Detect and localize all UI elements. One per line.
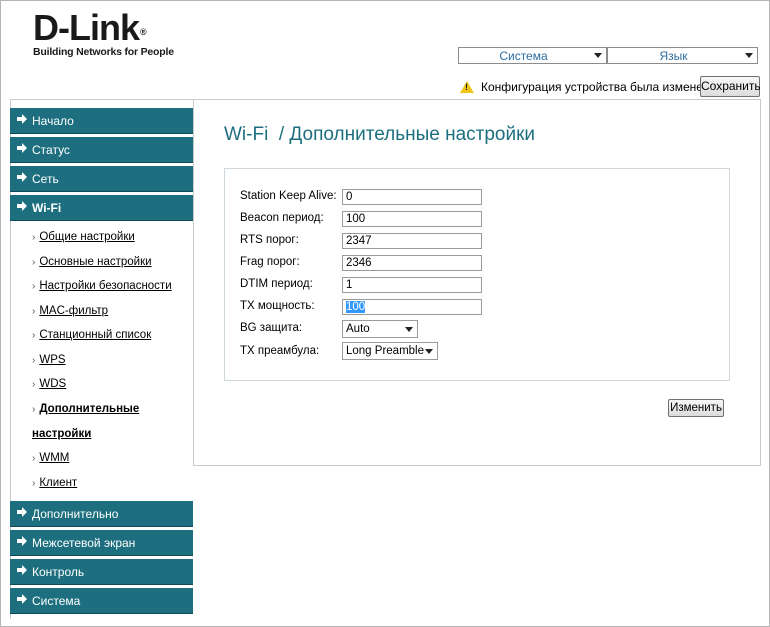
tx-power-label: TX мощность: [240,300,315,312]
dtim-period-label: DTIM период: [240,278,313,290]
submenu-item-wds[interactable]: › WDS [32,378,66,390]
tx-power-input[interactable]: 100 [342,299,482,315]
config-changed-notice: Конфигурация устройства была изменена [460,78,716,96]
sidebar-item-start[interactable]: Начало [10,108,193,134]
sidebar-item-label: Wi-Fi [32,201,62,215]
submenu-link[interactable]: Основные настройки [39,256,151,268]
save-button[interactable]: Сохранить [700,76,761,97]
arrow-right-icon [17,507,27,517]
sidebar-item-label: Дополнительно [32,507,119,521]
arrow-right-icon [17,143,27,153]
submenu-item-client[interactable]: › Клиент [32,477,77,489]
bullet-icon: › [32,257,36,268]
apply-button[interactable]: Изменить [668,399,724,417]
sidebar-item-label: Начало [32,114,74,128]
submenu-link[interactable]: WPS [39,354,65,366]
submenu-link[interactable]: WMM [39,452,69,464]
dtim-period-input[interactable]: 1 [342,277,482,293]
submenu-link[interactable]: Станционный список [39,329,151,341]
system-menu-label: Система [499,49,548,63]
submenu-item-advanced[interactable]: › Дополнительные [32,403,139,415]
sidebar-item-network[interactable]: Сеть [10,166,193,192]
arrow-right-icon [17,565,27,575]
notice-text: Конфигурация устройства была изменена [481,80,717,94]
bg-protection-select[interactable]: Auto [342,320,418,338]
submenu-link[interactable]: Клиент [39,477,77,489]
sidebar-item-advanced[interactable]: Дополнительно [10,501,193,527]
bullet-icon: › [32,306,36,317]
beacon-period-label: Beacon период: [240,212,324,224]
arrow-right-icon [17,594,27,604]
submenu-item-wps[interactable]: › WPS [32,354,66,366]
logo-registered-mark: ® [140,27,147,37]
language-menu-label: Язык [659,49,688,63]
submenu-item-basic[interactable]: › Основные настройки [32,256,152,268]
submenu-item-general[interactable]: › Общие настройки [32,231,135,243]
chevron-down-icon [745,53,753,58]
chevron-down-icon [425,349,433,354]
frag-threshold-label: Frag порог: [240,256,300,268]
tx-preamble-select[interactable]: Long Preamble [342,342,438,360]
submenu-item-advanced-line2[interactable]: настройки [32,428,91,440]
station-keep-alive-input[interactable]: 0 [342,189,482,205]
beacon-period-input[interactable]: 100 [342,211,482,227]
frag-threshold-input[interactable]: 2346 [342,255,482,271]
submenu-item-station-list[interactable]: › Станционный список [32,329,151,341]
sidebar-item-label: Система [32,594,81,608]
chevron-down-icon [594,53,602,58]
submenu-link[interactable]: MAC-фильтр [39,305,108,317]
chevron-down-icon [405,327,413,332]
sidebar-item-system[interactable]: Система [10,588,193,614]
bg-protection-value: Auto [346,323,370,335]
tx-preamble-value: Long Preamble [346,345,424,357]
system-menu-dropdown[interactable]: Система [458,47,607,64]
submenu-item-security[interactable]: › Настройки безопасности [32,280,172,292]
sidebar-item-label: Межсетевой экран [32,536,136,550]
bg-protection-label: BG защита: [240,322,303,334]
rts-threshold-input[interactable]: 2347 [342,233,482,249]
sidebar-item-label: Статус [32,143,70,157]
submenu-link[interactable]: Дополнительные [39,403,139,415]
bullet-icon: › [32,478,36,489]
submenu-link[interactable]: настройки [32,428,91,440]
submenu-link[interactable]: WDS [39,378,66,390]
submenu-item-wmm[interactable]: › WMM [32,452,69,464]
bullet-icon: › [32,404,36,415]
dlink-logo: D-Link® Building Networks for People [33,7,174,59]
sidebar-item-label: Сеть [32,172,59,186]
bullet-icon: › [32,453,36,464]
submenu-link[interactable]: Общие настройки [39,231,134,243]
logo-tagline: Building Networks for People [33,46,174,58]
station-keep-alive-label: Station Keep Alive: [240,190,337,202]
rts-threshold-label: RTS порог: [240,234,299,246]
tx-preamble-label: TX преамбула: [240,345,320,357]
logo-text: D-Link [33,7,140,48]
sidebar-item-control[interactable]: Контроль [10,559,193,585]
submenu-item-mac-filter[interactable]: › MAC-фильтр [32,305,108,317]
submenu-link[interactable]: Настройки безопасности [39,280,171,292]
language-menu-dropdown[interactable]: Язык [607,47,758,64]
bullet-icon: › [32,379,36,390]
warning-icon [460,81,474,93]
page-title: Wi-Fi / Дополнительные настройки [224,124,536,145]
bullet-icon: › [32,232,36,243]
sidebar-item-firewall[interactable]: Межсетевой экран [10,530,193,556]
sidebar-item-wifi[interactable]: Wi-Fi [10,195,193,221]
arrow-right-icon [17,172,27,182]
arrow-right-icon [17,201,27,211]
bullet-icon: › [32,355,36,366]
tx-power-value: 100 [346,301,366,313]
arrow-right-icon [17,536,27,546]
arrow-right-icon [17,114,27,124]
bullet-icon: › [32,281,36,292]
sidebar-item-status[interactable]: Статус [10,137,193,163]
sidebar-item-label: Контроль [32,565,85,579]
bullet-icon: › [32,330,36,341]
